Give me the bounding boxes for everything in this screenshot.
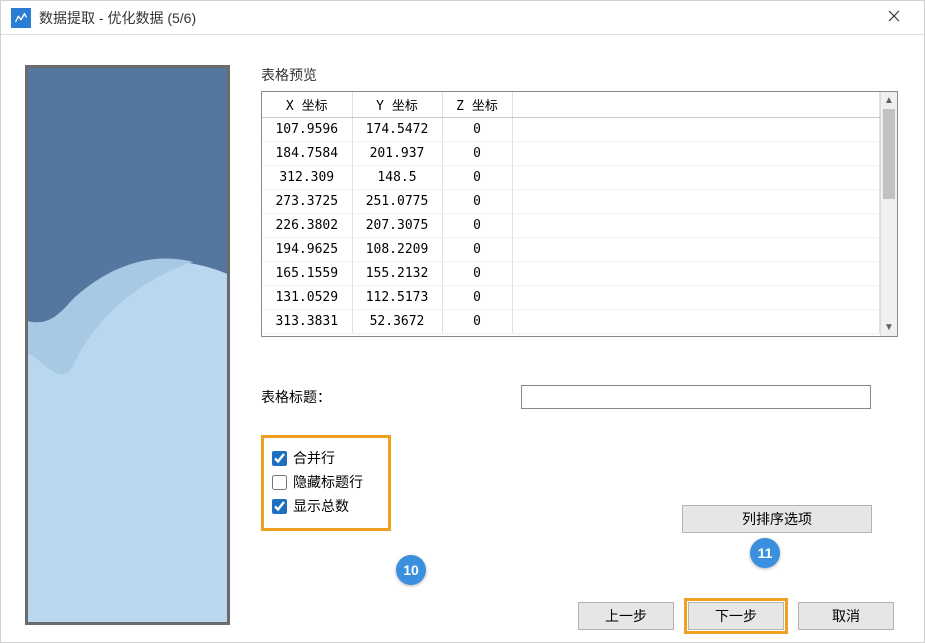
cell-z[interactable]: 0 — [442, 118, 512, 142]
cell-y[interactable]: 174.5472 — [352, 118, 442, 142]
cell-z[interactable]: 0 — [442, 214, 512, 238]
column-sort-options-button[interactable]: 列排序选项 — [682, 505, 872, 533]
scroll-track[interactable] — [881, 109, 897, 319]
table-preview-label: 表格预览 — [261, 65, 898, 85]
cell-z[interactable]: 0 — [442, 142, 512, 166]
cell-fill — [512, 190, 880, 214]
cell-x[interactable]: 184.7584 — [262, 142, 352, 166]
cell-x[interactable]: 312.309 — [262, 166, 352, 190]
cell-fill — [512, 118, 880, 142]
cell-y[interactable]: 108.2209 — [352, 238, 442, 262]
table-row[interactable]: 131.0529112.51730 — [262, 286, 880, 310]
show-total-input[interactable] — [272, 499, 287, 514]
show-total-label: 显示总数 — [293, 496, 349, 516]
prev-button[interactable]: 上一步 — [578, 602, 674, 630]
hide-header-input[interactable] — [272, 475, 287, 490]
right-pane: 表格预览 X 坐标 Y 坐标 Z 坐标 — [261, 65, 898, 630]
table-row[interactable]: 165.1559155.21320 — [262, 262, 880, 286]
page-preview-thumbnail — [25, 65, 230, 625]
app-icon — [11, 8, 31, 28]
scroll-thumb[interactable] — [883, 109, 895, 199]
cell-x[interactable]: 165.1559 — [262, 262, 352, 286]
callout-badge-11: 11 — [750, 538, 780, 568]
cell-y[interactable]: 251.0775 — [352, 190, 442, 214]
table-title-input[interactable] — [521, 385, 871, 409]
cell-z[interactable]: 0 — [442, 310, 512, 334]
scroll-up-icon[interactable]: ▲ — [881, 92, 897, 109]
cell-fill — [512, 166, 880, 190]
cell-x[interactable]: 107.9596 — [262, 118, 352, 142]
table-row[interactable]: 184.7584201.9370 — [262, 142, 880, 166]
col-header-z[interactable]: Z 坐标 — [442, 92, 512, 118]
cell-fill — [512, 262, 880, 286]
cell-fill — [512, 238, 880, 262]
cell-fill — [512, 142, 880, 166]
cell-fill — [512, 310, 880, 334]
table-row[interactable]: 194.9625108.22090 — [262, 238, 880, 262]
table-title-label: 表格标题： — [261, 387, 521, 407]
cell-z[interactable]: 0 — [442, 286, 512, 310]
cell-x[interactable]: 131.0529 — [262, 286, 352, 310]
col-header-y[interactable]: Y 坐标 — [352, 92, 442, 118]
table-row[interactable]: 273.3725251.07750 — [262, 190, 880, 214]
cell-y[interactable]: 201.937 — [352, 142, 442, 166]
merge-rows-checkbox[interactable]: 合并行 — [272, 448, 378, 468]
scroll-down-icon[interactable]: ▼ — [881, 319, 897, 336]
wizard-button-row: 上一步 下一步 取消 — [578, 602, 894, 630]
cell-fill — [512, 286, 880, 310]
show-total-checkbox[interactable]: 显示总数 — [272, 496, 378, 516]
cell-x[interactable]: 226.3802 — [262, 214, 352, 238]
cell-z[interactable]: 0 — [442, 262, 512, 286]
checkbox-group-highlight: 合并行 隐藏标题行 显示总数 — [261, 435, 391, 531]
close-icon[interactable] — [874, 9, 914, 27]
hide-header-checkbox[interactable]: 隐藏标题行 — [272, 472, 378, 492]
cell-y[interactable]: 155.2132 — [352, 262, 442, 286]
table-title-row: 表格标题： — [261, 385, 898, 409]
dialog-body: 表格预览 X 坐标 Y 坐标 Z 坐标 — [1, 35, 924, 642]
cell-z[interactable]: 0 — [442, 190, 512, 214]
table-row[interactable]: 226.3802207.30750 — [262, 214, 880, 238]
cell-z[interactable]: 0 — [442, 238, 512, 262]
cell-y[interactable]: 207.3075 — [352, 214, 442, 238]
merge-rows-label: 合并行 — [293, 448, 335, 468]
window-title: 数据提取 - 优化数据 (5/6) — [39, 8, 196, 28]
table-row[interactable]: 313.383152.36720 — [262, 310, 880, 334]
table-row[interactable]: 107.9596174.54720 — [262, 118, 880, 142]
cell-y[interactable]: 52.3672 — [352, 310, 442, 334]
table-header-row: X 坐标 Y 坐标 Z 坐标 — [262, 92, 880, 118]
data-table: X 坐标 Y 坐标 Z 坐标 107.9596174.54720184.7584… — [262, 92, 880, 334]
next-button[interactable]: 下一步 — [688, 602, 784, 630]
cell-x[interactable]: 313.3831 — [262, 310, 352, 334]
hide-header-label: 隐藏标题行 — [293, 472, 363, 492]
cell-z[interactable]: 0 — [442, 166, 512, 190]
cell-y[interactable]: 148.5 — [352, 166, 442, 190]
vertical-scrollbar[interactable]: ▲ ▼ — [880, 92, 897, 336]
cancel-button[interactable]: 取消 — [798, 602, 894, 630]
cell-x[interactable]: 273.3725 — [262, 190, 352, 214]
cell-fill — [512, 214, 880, 238]
col-header-x[interactable]: X 坐标 — [262, 92, 352, 118]
table-preview: X 坐标 Y 坐标 Z 坐标 107.9596174.54720184.7584… — [261, 91, 898, 337]
titlebar: 数据提取 - 优化数据 (5/6) — [1, 1, 924, 35]
cell-y[interactable]: 112.5173 — [352, 286, 442, 310]
dialog-window: 数据提取 - 优化数据 (5/6) 表格预览 — [0, 0, 925, 643]
callout-badge-10: 10 — [396, 555, 426, 585]
merge-rows-input[interactable] — [272, 451, 287, 466]
col-header-fill — [512, 92, 880, 118]
table-row[interactable]: 312.309148.50 — [262, 166, 880, 190]
cell-x[interactable]: 194.9625 — [262, 238, 352, 262]
